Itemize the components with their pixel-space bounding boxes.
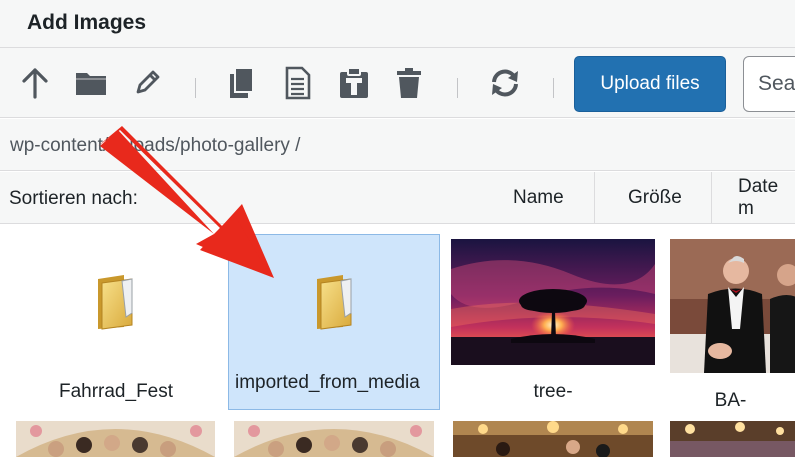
file-tile-tree[interactable]: tree-: [450, 235, 656, 410]
breadcrumb-path[interactable]: wp-content/uploads/photo-gallery /: [10, 135, 300, 157]
toolbar-separator: [553, 78, 554, 98]
sort-by-name[interactable]: Name: [513, 172, 564, 224]
file-tile-imported-from-media[interactable]: imported_from_media: [228, 234, 440, 410]
folder-icon: [98, 275, 133, 330]
sort-label: Sortieren nach:: [9, 188, 138, 209]
pencil-icon[interactable]: [130, 66, 164, 100]
group-photo-thumbnail[interactable]: [234, 421, 434, 457]
sort-by-size[interactable]: Größe: [628, 172, 682, 224]
trash-icon[interactable]: [392, 66, 426, 100]
arrow-up-icon[interactable]: [18, 66, 52, 100]
copy-icon[interactable]: [224, 66, 258, 100]
ballroom-photo-thumbnail[interactable]: [670, 421, 795, 457]
toolbar-separator: [457, 78, 458, 98]
breadcrumb: wp-content/uploads/photo-gallery /: [0, 119, 795, 171]
file-name: imported_from_media: [235, 372, 420, 393]
toolbar: Upload files: [0, 48, 795, 118]
dialog-title: Add Images: [27, 11, 147, 34]
file-tile-ba[interactable]: BA-: [668, 235, 795, 411]
file-name: Fahrrad_Fest: [58, 381, 174, 402]
ball-photo-thumbnail: [670, 239, 795, 373]
paste-icon[interactable]: [337, 66, 371, 100]
tree-sunset-thumbnail: [451, 239, 655, 365]
dialog-header: Add Images: [0, 0, 795, 48]
group-photo-thumbnail[interactable]: [16, 421, 215, 457]
file-name: tree-: [533, 381, 573, 402]
file-tile-fahrrad-fest[interactable]: Fahrrad_Fest: [14, 235, 218, 410]
folder-icon: [317, 275, 352, 330]
hall-photo-thumbnail[interactable]: [453, 421, 653, 457]
upload-files-button[interactable]: Upload files: [574, 56, 726, 112]
document-icon[interactable]: [281, 66, 315, 100]
file-name: BA-: [714, 390, 747, 411]
column-separator: [594, 172, 595, 224]
sort-bar: Sortieren nach: Name Größe Date m: [0, 172, 795, 224]
column-separator: [711, 172, 712, 224]
refresh-icon[interactable]: [488, 66, 522, 100]
search-input[interactable]: [743, 56, 795, 112]
folder-icon[interactable]: [74, 66, 108, 100]
file-grid: Fahrrad_Fest imported_from_media tree- B…: [0, 225, 795, 457]
sort-by-date[interactable]: Date m: [738, 172, 795, 224]
toolbar-separator: [195, 78, 196, 98]
